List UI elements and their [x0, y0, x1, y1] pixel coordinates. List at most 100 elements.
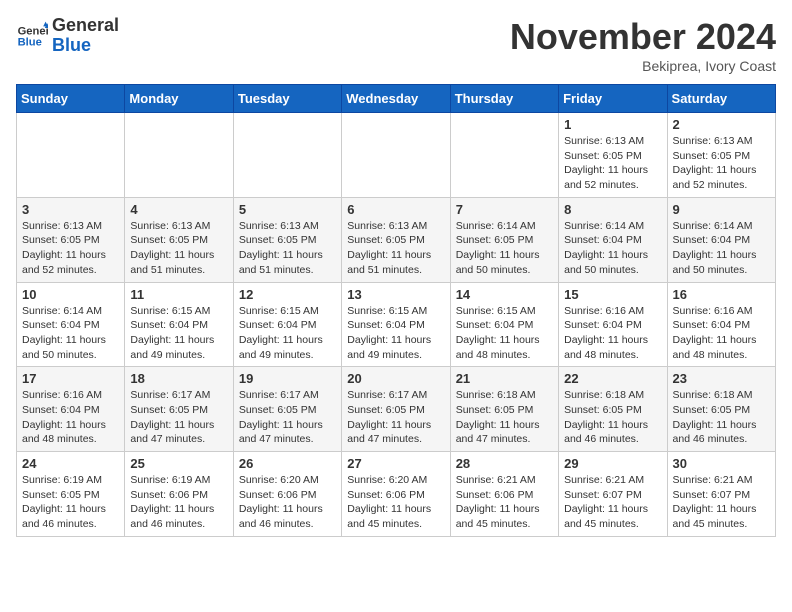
- calendar-cell: 21 Sunrise: 6:18 AM Sunset: 6:05 PM Dayli…: [450, 367, 558, 452]
- logo-blue-text: Blue: [52, 36, 119, 56]
- day-info: Sunrise: 6:21 AM Sunset: 6:07 PM Dayligh…: [564, 473, 661, 532]
- calendar-week-row: 24 Sunrise: 6:19 AM Sunset: 6:05 PM Dayli…: [17, 452, 776, 537]
- logo-icon: General Blue: [16, 20, 48, 52]
- header-thursday: Thursday: [450, 85, 558, 113]
- day-info: Sunrise: 6:13 AM Sunset: 6:05 PM Dayligh…: [673, 134, 770, 193]
- day-number: 17: [22, 371, 119, 386]
- calendar-week-row: 1 Sunrise: 6:13 AM Sunset: 6:05 PM Daylig…: [17, 113, 776, 198]
- calendar-cell: 20 Sunrise: 6:17 AM Sunset: 6:05 PM Dayli…: [342, 367, 450, 452]
- calendar-cell: 7 Sunrise: 6:14 AM Sunset: 6:05 PM Daylig…: [450, 197, 558, 282]
- day-number: 19: [239, 371, 336, 386]
- day-info: Sunrise: 6:21 AM Sunset: 6:06 PM Dayligh…: [456, 473, 553, 532]
- day-info: Sunrise: 6:13 AM Sunset: 6:05 PM Dayligh…: [22, 219, 119, 278]
- calendar-cell: 12Sunrise: 6:15 AM Sunset: 6:04 PM Dayli…: [233, 282, 341, 367]
- day-info: Sunrise: 6:15 AM Sunset: 6:04 PM Dayligh…: [130, 304, 227, 363]
- calendar-cell: 25 Sunrise: 6:19 AM Sunset: 6:06 PM Dayli…: [125, 452, 233, 537]
- calendar-cell: 19 Sunrise: 6:17 AM Sunset: 6:05 PM Dayli…: [233, 367, 341, 452]
- day-number: 21: [456, 371, 553, 386]
- calendar-week-row: 10 Sunrise: 6:14 AM Sunset: 6:04 PM Dayli…: [17, 282, 776, 367]
- day-info: Sunrise: 6:18 AM Sunset: 6:05 PM Dayligh…: [564, 388, 661, 447]
- day-number: 30: [673, 456, 770, 471]
- page-header: General Blue General Blue November 2024 …: [16, 16, 776, 74]
- day-info: Sunrise: 6:18 AM Sunset: 6:05 PM Dayligh…: [456, 388, 553, 447]
- day-number: 1: [564, 117, 661, 132]
- day-info: Sunrise: 6:19 AM Sunset: 6:06 PM Dayligh…: [130, 473, 227, 532]
- calendar-cell: 17 Sunrise: 6:16 AM Sunset: 6:04 PM Dayli…: [17, 367, 125, 452]
- day-info: Sunrise: 6:15 AM Sunset: 6:04 PM Dayligh…: [347, 304, 444, 363]
- day-number: 25: [130, 456, 227, 471]
- day-number: 22: [564, 371, 661, 386]
- day-info: Sunrise: 6:16 AM Sunset: 6:04 PM Dayligh…: [673, 304, 770, 363]
- day-info: Sunrise: 6:17 AM Sunset: 6:05 PM Dayligh…: [347, 388, 444, 447]
- header-wednesday: Wednesday: [342, 85, 450, 113]
- day-number: 26: [239, 456, 336, 471]
- logo-general-text: General: [52, 16, 119, 36]
- header-tuesday: Tuesday: [233, 85, 341, 113]
- calendar-cell: 6Sunrise: 6:13 AM Sunset: 6:05 PM Daylig…: [342, 197, 450, 282]
- day-info: Sunrise: 6:20 AM Sunset: 6:06 PM Dayligh…: [239, 473, 336, 532]
- logo-text: General Blue: [52, 16, 119, 56]
- calendar-cell: 13 Sunrise: 6:15 AM Sunset: 6:04 PM Dayli…: [342, 282, 450, 367]
- calendar-cell: 10 Sunrise: 6:14 AM Sunset: 6:04 PM Dayli…: [17, 282, 125, 367]
- header-saturday: Saturday: [667, 85, 775, 113]
- day-number: 13: [347, 287, 444, 302]
- day-info: Sunrise: 6:14 AM Sunset: 6:05 PM Dayligh…: [456, 219, 553, 278]
- day-number: 23: [673, 371, 770, 386]
- day-number: 14: [456, 287, 553, 302]
- day-number: 29: [564, 456, 661, 471]
- day-info: Sunrise: 6:18 AM Sunset: 6:05 PM Dayligh…: [673, 388, 770, 447]
- day-number: 12: [239, 287, 336, 302]
- day-info: Sunrise: 6:19 AM Sunset: 6:05 PM Dayligh…: [22, 473, 119, 532]
- calendar-cell: [342, 113, 450, 198]
- calendar-cell: 23 Sunrise: 6:18 AM Sunset: 6:05 PM Dayli…: [667, 367, 775, 452]
- day-number: 20: [347, 371, 444, 386]
- day-info: Sunrise: 6:15 AM Sunset: 6:04 PM Dayligh…: [456, 304, 553, 363]
- day-number: 2: [673, 117, 770, 132]
- day-number: 28: [456, 456, 553, 471]
- day-number: 24: [22, 456, 119, 471]
- calendar-cell: 30 Sunrise: 6:21 AM Sunset: 6:07 PM Dayli…: [667, 452, 775, 537]
- calendar-cell: 18Sunrise: 6:17 AM Sunset: 6:05 PM Dayli…: [125, 367, 233, 452]
- calendar-cell: 1Sunrise: 6:13 AM Sunset: 6:05 PM Daylig…: [559, 113, 667, 198]
- calendar-cell: 4Sunrise: 6:13 AM Sunset: 6:05 PM Daylig…: [125, 197, 233, 282]
- calendar-table: SundayMondayTuesdayWednesdayThursdayFrid…: [16, 84, 776, 537]
- calendar-header-row: SundayMondayTuesdayWednesdayThursdayFrid…: [17, 85, 776, 113]
- day-number: 11: [130, 287, 227, 302]
- header-sunday: Sunday: [17, 85, 125, 113]
- day-info: Sunrise: 6:13 AM Sunset: 6:05 PM Dayligh…: [347, 219, 444, 278]
- calendar-cell: 29 Sunrise: 6:21 AM Sunset: 6:07 PM Dayli…: [559, 452, 667, 537]
- calendar-cell: 22 Sunrise: 6:18 AM Sunset: 6:05 PM Dayli…: [559, 367, 667, 452]
- calendar-cell: 28 Sunrise: 6:21 AM Sunset: 6:06 PM Dayli…: [450, 452, 558, 537]
- calendar-week-row: 17 Sunrise: 6:16 AM Sunset: 6:04 PM Dayli…: [17, 367, 776, 452]
- calendar-cell: [450, 113, 558, 198]
- day-info: Sunrise: 6:14 AM Sunset: 6:04 PM Dayligh…: [22, 304, 119, 363]
- location-text: Bekiprea, Ivory Coast: [510, 58, 776, 74]
- calendar-cell: 26 Sunrise: 6:20 AM Sunset: 6:06 PM Dayli…: [233, 452, 341, 537]
- calendar-cell: 8Sunrise: 6:14 AM Sunset: 6:04 PM Daylig…: [559, 197, 667, 282]
- svg-text:General: General: [18, 25, 48, 37]
- day-number: 3: [22, 202, 119, 217]
- day-info: Sunrise: 6:17 AM Sunset: 6:05 PM Dayligh…: [239, 388, 336, 447]
- day-number: 10: [22, 287, 119, 302]
- calendar-cell: 15Sunrise: 6:16 AM Sunset: 6:04 PM Dayli…: [559, 282, 667, 367]
- day-number: 9: [673, 202, 770, 217]
- header-friday: Friday: [559, 85, 667, 113]
- calendar-cell: [125, 113, 233, 198]
- calendar-cell: 9Sunrise: 6:14 AM Sunset: 6:04 PM Daylig…: [667, 197, 775, 282]
- day-number: 15: [564, 287, 661, 302]
- calendar-cell: [17, 113, 125, 198]
- day-info: Sunrise: 6:13 AM Sunset: 6:05 PM Dayligh…: [239, 219, 336, 278]
- calendar-cell: 11 Sunrise: 6:15 AM Sunset: 6:04 PM Dayli…: [125, 282, 233, 367]
- month-title: November 2024: [510, 16, 776, 58]
- day-info: Sunrise: 6:21 AM Sunset: 6:07 PM Dayligh…: [673, 473, 770, 532]
- calendar-cell: 5Sunrise: 6:13 AM Sunset: 6:05 PM Daylig…: [233, 197, 341, 282]
- day-number: 27: [347, 456, 444, 471]
- day-number: 18: [130, 371, 227, 386]
- calendar-cell: 14 Sunrise: 6:15 AM Sunset: 6:04 PM Dayli…: [450, 282, 558, 367]
- calendar-cell: 24 Sunrise: 6:19 AM Sunset: 6:05 PM Dayli…: [17, 452, 125, 537]
- title-block: November 2024 Bekiprea, Ivory Coast: [510, 16, 776, 74]
- day-info: Sunrise: 6:16 AM Sunset: 6:04 PM Dayligh…: [22, 388, 119, 447]
- day-number: 7: [456, 202, 553, 217]
- day-info: Sunrise: 6:13 AM Sunset: 6:05 PM Dayligh…: [130, 219, 227, 278]
- svg-text:Blue: Blue: [18, 36, 42, 48]
